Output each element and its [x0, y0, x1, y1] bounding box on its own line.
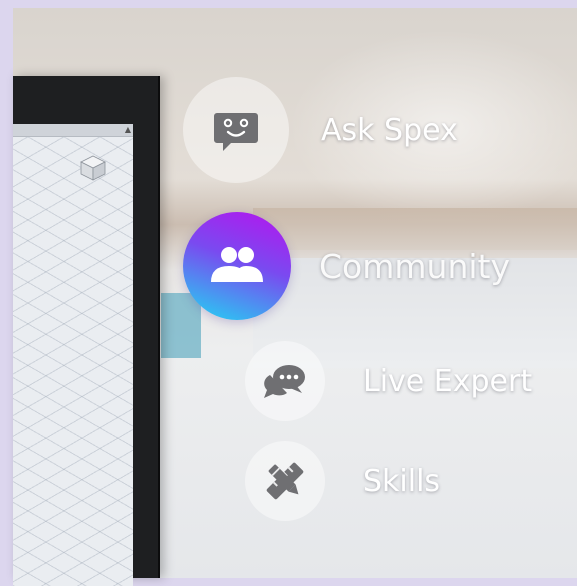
ask-spex-label: Ask Spex — [321, 112, 458, 148]
people-icon — [211, 247, 263, 282]
menu-item-community[interactable]: Community — [183, 212, 510, 320]
ask-spex-button[interactable] — [183, 77, 289, 183]
robot-chat-icon — [214, 113, 258, 151]
skills-label: Skills — [363, 463, 441, 499]
monitor: ▲ — [13, 76, 160, 586]
live-expert-button[interactable] — [245, 341, 325, 421]
view-cube-icon[interactable] — [79, 154, 107, 182]
menu-item-ask-spex[interactable]: Ask Spex — [183, 77, 458, 183]
chat-bubbles-icon — [264, 365, 305, 398]
skills-button[interactable] — [245, 441, 325, 521]
menu-item-live-expert[interactable]: Live Expert — [245, 341, 532, 421]
chevron-up-icon[interactable]: ▲ — [125, 124, 131, 136]
menu-item-skills[interactable]: Skills — [245, 441, 440, 521]
community-button[interactable] — [183, 212, 291, 320]
viewport-title-bar: ▲ — [13, 124, 133, 137]
cad-viewport: ▲ — [13, 124, 133, 586]
pencil-ruler-icon — [266, 462, 304, 500]
live-expert-label: Live Expert — [363, 363, 533, 399]
community-label: Community — [319, 246, 510, 286]
